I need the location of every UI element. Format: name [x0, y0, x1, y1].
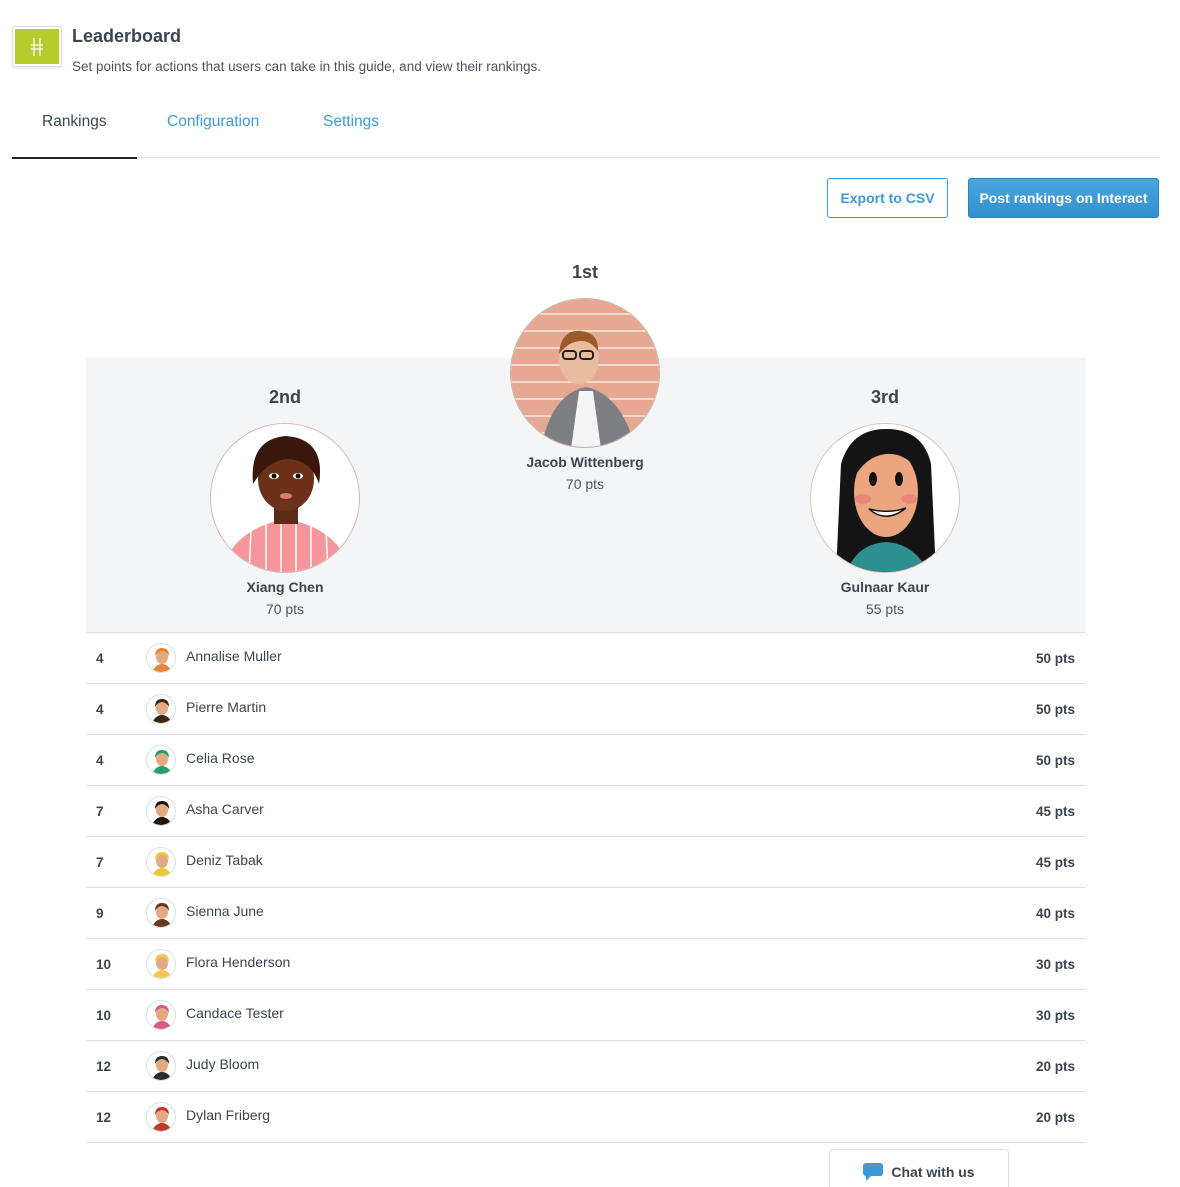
rank-number: 9 — [96, 905, 104, 921]
avatar — [146, 1051, 176, 1081]
chat-bubble-icon — [863, 1162, 884, 1181]
avatar — [810, 423, 960, 573]
user-name: Sienna June — [186, 903, 264, 919]
podium-name: Xiang Chen — [246, 579, 324, 595]
rankings-list: 4 Annalise Muller 50 pts 4 Pierre Martin 50 p… — [86, 632, 1086, 1143]
user-points: 50 pts — [1035, 650, 1075, 666]
page-title: Leaderboard — [72, 26, 182, 46]
ranking-row: 4 Annalise Muller 50 pts — [86, 633, 1086, 684]
podium-name: Jacob Wittenberg — [526, 454, 644, 470]
ranking-row: 7 Asha Carver 45 pts — [86, 786, 1086, 837]
page-header: Leaderboard Set points for actions that … — [12, 26, 541, 74]
leaderboard-app-icon — [12, 26, 62, 67]
podium-first: 1st Jacob Wittenberg 70 pts — [485, 262, 685, 492]
rank-number: 12 — [96, 1058, 112, 1074]
avatar — [510, 298, 660, 448]
rank-number: 4 — [96, 650, 104, 666]
ranking-row: 10 Candace Tester 30 pts — [86, 990, 1086, 1041]
user-name: Pierre Martin — [186, 699, 267, 715]
user-name: Candace Tester — [186, 1005, 284, 1021]
user-points: 30 pts — [1035, 1007, 1075, 1023]
user-points: 50 pts — [1035, 752, 1075, 768]
user-points: 45 pts — [1035, 854, 1075, 870]
export-csv-button[interactable]: Export to CSV — [827, 178, 948, 218]
ranking-row: 12 Dylan Friberg 20 pts — [86, 1092, 1086, 1143]
podium-third: 3rd Gulnaar Kaur 55 pts — [785, 387, 985, 617]
user-points: 50 pts — [1035, 701, 1075, 717]
user-name: Judy Bloom — [186, 1056, 260, 1072]
user-points: 20 pts — [1035, 1109, 1075, 1125]
avatar — [146, 898, 176, 928]
tab-settings[interactable]: Settings — [293, 100, 409, 158]
tab-bar: Rankings Configuration Settings — [12, 100, 1159, 159]
user-name: Asha Carver — [186, 801, 264, 817]
avatar — [146, 643, 176, 673]
podium-points: 70 pts — [565, 476, 605, 492]
user-name: Flora Henderson — [186, 954, 291, 970]
avatar — [146, 1000, 176, 1030]
ranking-row: 4 Celia Rose 50 pts — [86, 735, 1086, 786]
user-name: Annalise Muller — [186, 648, 282, 664]
user-points: 20 pts — [1035, 1058, 1075, 1074]
podium-points: 55 pts — [865, 601, 905, 617]
rank-number: 4 — [96, 752, 104, 768]
ranking-row: 12 Judy Bloom 20 pts — [86, 1041, 1086, 1092]
rank-number: 12 — [96, 1109, 112, 1125]
page-subtitle: Set points for actions that users can ta… — [72, 59, 542, 74]
avatar — [146, 745, 176, 775]
chat-label: Chat with us — [891, 1163, 975, 1180]
tab-configuration[interactable]: Configuration — [137, 100, 293, 158]
avatar — [146, 847, 176, 877]
user-points: 30 pts — [1035, 956, 1075, 972]
rank-number: 7 — [96, 854, 104, 870]
podium-name: Gulnaar Kaur — [840, 579, 930, 595]
rank-number: 10 — [96, 956, 112, 972]
place-label: 1st — [571, 262, 598, 282]
tab-rankings[interactable]: Rankings — [12, 100, 137, 159]
user-points: 40 pts — [1035, 905, 1075, 921]
avatar — [146, 694, 176, 724]
ranking-row: 4 Pierre Martin 50 pts — [86, 684, 1086, 735]
user-points: 45 pts — [1035, 803, 1075, 819]
place-label: 2nd — [268, 387, 301, 407]
rank-number: 4 — [96, 701, 104, 717]
ranking-row: 7 Deniz Tabak 45 pts — [86, 837, 1086, 888]
avatar — [146, 1102, 176, 1132]
podium-points: 70 pts — [265, 601, 305, 617]
user-name: Deniz Tabak — [186, 852, 263, 868]
user-name: Dylan Friberg — [186, 1107, 271, 1123]
avatar — [146, 796, 176, 826]
post-rankings-button[interactable]: Post rankings on Interact — [968, 178, 1159, 218]
user-name: Celia Rose — [186, 750, 255, 766]
ranking-row: 9 Sienna June 40 pts — [86, 888, 1086, 939]
rank-number: 7 — [96, 803, 104, 819]
avatar — [210, 423, 360, 573]
chat-with-us-button[interactable]: Chat with us — [829, 1149, 1009, 1187]
avatar — [146, 949, 176, 979]
ranking-row: 10 Flora Henderson 30 pts — [86, 939, 1086, 990]
podium-second: 2nd Xiang Chen 70 pts — [185, 387, 385, 617]
place-label: 3rd — [870, 387, 899, 407]
rank-number: 10 — [96, 1007, 112, 1023]
